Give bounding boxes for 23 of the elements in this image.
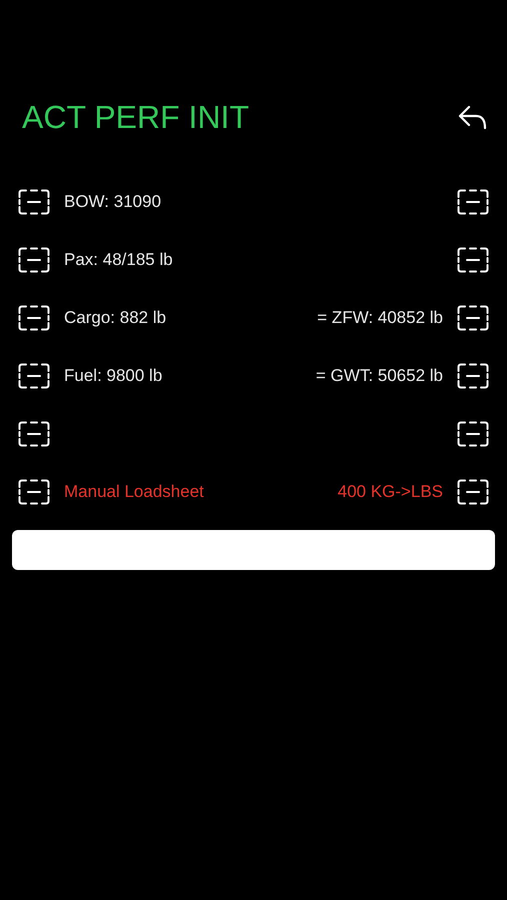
left-field-label: Cargo: 882 lb — [64, 308, 166, 328]
line-select-key-icon[interactable] — [18, 421, 50, 447]
line-select-key-icon[interactable] — [457, 363, 489, 389]
line-select-key-icon[interactable] — [18, 363, 50, 389]
line-select-key-icon[interactable] — [457, 479, 489, 505]
left-field-label: Manual Loadsheet — [64, 482, 204, 502]
line-select-key-icon[interactable] — [18, 247, 50, 273]
left-field-label: Fuel: 9800 lb — [64, 366, 162, 386]
line-select-key-icon[interactable] — [457, 305, 489, 331]
line-select-key-icon[interactable] — [18, 189, 50, 215]
right-field-label: = GWT: 50652 lb — [316, 366, 443, 386]
line-select-key-icon[interactable] — [457, 189, 489, 215]
page-title: ACT PERF INIT — [22, 98, 249, 136]
line-select-key-icon[interactable] — [457, 247, 489, 273]
line-select-key-icon[interactable] — [457, 421, 489, 447]
line-select-key-icon[interactable] — [18, 479, 50, 505]
scratchpad-input-field[interactable] — [12, 530, 495, 570]
line-select-key-icon[interactable] — [18, 305, 50, 331]
left-field-label: Pax: 48/185 lb — [64, 250, 173, 270]
right-field-label: = ZFW: 40852 lb — [317, 308, 443, 328]
left-field-label: BOW: 31090 — [64, 192, 162, 212]
right-field-label: 400 KG->LBS — [338, 482, 443, 502]
back-arrow-icon[interactable] — [458, 104, 488, 130]
